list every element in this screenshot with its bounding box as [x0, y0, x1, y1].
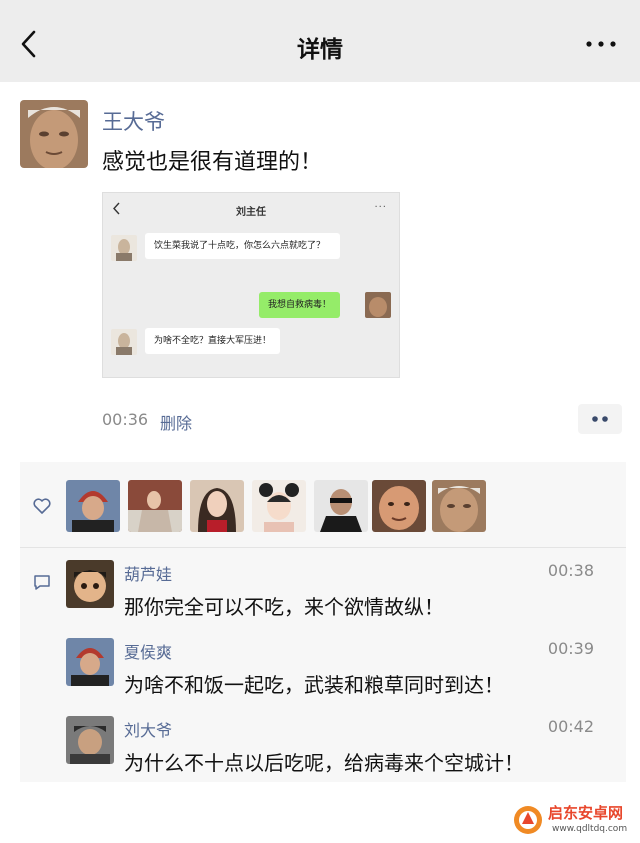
chat-bubble: 饮生菜我说了十点吃，你怎么六点就吃了？: [145, 233, 340, 259]
comment-avatar[interactable]: [66, 716, 114, 764]
avatar: [111, 235, 137, 261]
comment-author[interactable]: 夏侯爽: [124, 639, 172, 663]
comment-author[interactable]: 葫芦娃: [124, 561, 172, 585]
like-avatar[interactable]: [66, 480, 120, 532]
comment-icon: [34, 575, 50, 590]
watermark-url: www.qdltdq.com: [552, 824, 628, 834]
more-dots-icon[interactable]: [584, 38, 618, 50]
like-avatar[interactable]: [314, 480, 368, 532]
comment-avatar[interactable]: [66, 560, 114, 608]
comment-time: 00:42: [547, 717, 594, 736]
post-text: 感觉也是很有道理的！: [102, 150, 323, 175]
comment-text: 那你完全可以不吃，来个欲情故纵！: [124, 595, 444, 619]
comment-text: 为什么不十点以后吃呢，给病毒来个空城计！: [124, 751, 524, 775]
comment-author[interactable]: 刘大爷: [124, 717, 172, 741]
chat-title: 刘主任: [236, 207, 266, 218]
comment-time: 00:38: [547, 561, 594, 580]
delete-link[interactable]: 删除: [160, 410, 192, 434]
like-avatar[interactable]: [252, 480, 306, 532]
more-dots-icon: ···: [374, 202, 387, 213]
like-avatar[interactable]: [190, 480, 244, 532]
post-author-name[interactable]: 王大爷: [102, 106, 165, 136]
more-dots-icon: [592, 416, 608, 422]
avatar: [365, 292, 391, 318]
chat-bubble: 为啥不全吃？直接大军压进！: [145, 328, 281, 354]
page-title: 详情: [297, 37, 343, 63]
like-avatar[interactable]: [432, 480, 486, 532]
post-time: 00:36: [102, 410, 149, 429]
comment-time: 00:39: [547, 639, 594, 658]
nav-bar: 详情: [0, 0, 640, 82]
post-image[interactable]: 刘主任 ··· 饮生菜我说了十点吃，你怎么六点就吃了？ 我想自救病毒！ 为啥不全…: [102, 192, 400, 378]
comment-text: 为啥不和饭一起吃，武装和粮草同时到达！: [124, 673, 504, 697]
watermark-logo-icon: [514, 806, 542, 834]
comment-avatar[interactable]: [66, 638, 114, 686]
avatar: [111, 329, 137, 355]
watermark-name: 启东安卓网: [548, 804, 624, 822]
divider: [20, 547, 626, 548]
like-avatar[interactable]: [128, 480, 182, 532]
chat-bubble: 我想自救病毒！: [259, 292, 341, 318]
like-avatar[interactable]: [372, 480, 426, 532]
post-author-avatar[interactable]: [20, 100, 88, 168]
watermark: 启东安卓网 www.qdltdq.com: [512, 800, 636, 840]
heart-icon: [33, 498, 51, 514]
comment-action-button[interactable]: [578, 404, 622, 434]
